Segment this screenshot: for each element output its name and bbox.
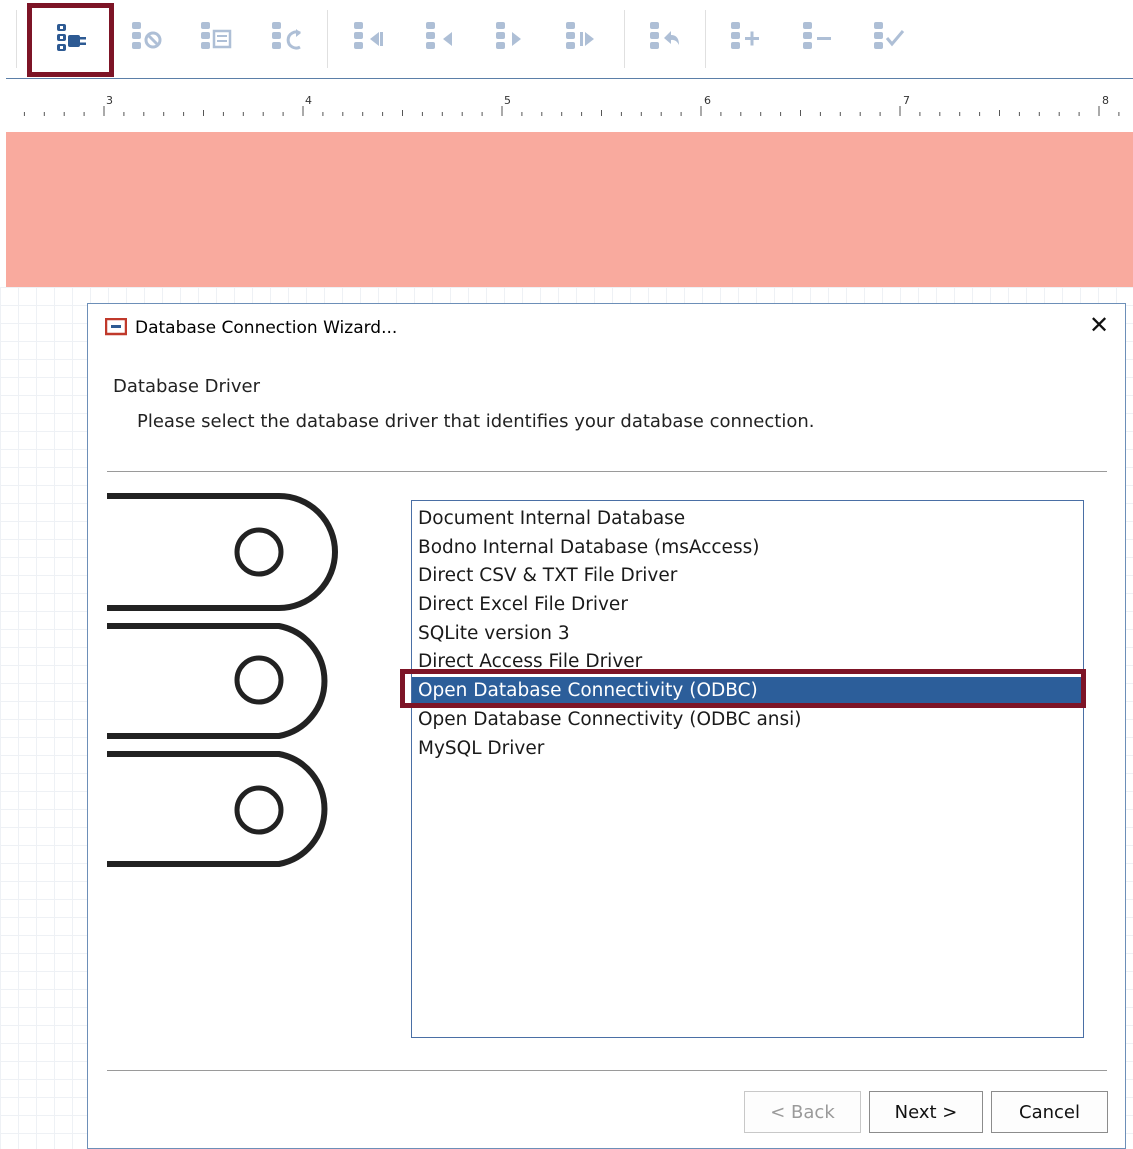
divider: [107, 1070, 1107, 1071]
divider: [107, 471, 1107, 472]
cancel-button[interactable]: Cancel: [991, 1091, 1108, 1133]
connect-database-button[interactable]: [27, 3, 114, 77]
next-record-button[interactable]: [482, 12, 538, 64]
refresh-database-icon: [272, 22, 301, 50]
disconnect-database-button[interactable]: [118, 12, 174, 64]
toolbar-separator: [705, 10, 706, 68]
dialog-title: Database Connection Wizard...: [135, 318, 398, 338]
previous-record-button[interactable]: [412, 12, 468, 64]
first-record-button[interactable]: [340, 12, 396, 64]
driver-list-item[interactable]: Direct CSV & TXT File Driver: [412, 562, 1083, 591]
ruler-ticks: 3 4 5 6 7 8: [23, 94, 1120, 116]
toolbar-separator: [327, 10, 328, 68]
driver-list-item[interactable]: MySQL Driver: [412, 735, 1083, 764]
undo-record-icon: [650, 22, 679, 49]
database-connection-wizard-dialog: Database Connection Wizard... ✕ Database…: [87, 303, 1126, 1149]
ruler-label: 5: [504, 94, 511, 107]
last-record-icon: [566, 22, 594, 49]
ruler-label: 7: [903, 94, 910, 107]
horizontal-ruler: 3 4 5 6 7 8: [0, 80, 1133, 126]
ruler-label: 6: [704, 94, 711, 107]
wizard-step-description: Please select the database driver that i…: [137, 411, 815, 432]
database-table-icon: [201, 22, 232, 49]
disconnect-database-icon: [132, 22, 162, 49]
driver-listbox[interactable]: Document Internal Database Bodno Internal…: [411, 500, 1084, 1038]
app-icon: [105, 318, 127, 336]
first-record-icon: [354, 22, 383, 49]
delete-record-button[interactable]: [789, 12, 845, 64]
refresh-database-button[interactable]: [258, 12, 314, 64]
database-illustration: [107, 493, 338, 867]
report-band[interactable]: [6, 132, 1133, 287]
dialog-titlebar[interactable]: Database Connection Wizard... ✕: [88, 304, 1125, 352]
add-record-icon: [731, 22, 759, 49]
toolbar-separator: [624, 10, 625, 68]
delete-record-icon: [803, 22, 831, 49]
confirm-record-button[interactable]: [860, 12, 916, 64]
driver-list-item[interactable]: Document Internal Database: [412, 505, 1083, 534]
wizard-step-heading: Database Driver: [113, 376, 260, 397]
toolbar-divider: [6, 78, 1133, 79]
confirm-record-icon: [874, 22, 905, 49]
driver-list-item[interactable]: Bodno Internal Database (msAccess): [412, 534, 1083, 563]
toolbar: [0, 0, 1133, 78]
next-button[interactable]: Next >: [869, 1091, 983, 1133]
driver-list-item[interactable]: Direct Access File Driver: [412, 648, 1083, 677]
database-table-button[interactable]: [187, 12, 243, 64]
ruler-label: 8: [1102, 94, 1109, 107]
ruler-label: 3: [106, 94, 113, 107]
undo-record-button[interactable]: [636, 12, 692, 64]
last-record-button[interactable]: [552, 12, 608, 64]
driver-list-item[interactable]: Open Database Connectivity (ODBC): [412, 677, 1083, 706]
add-record-button[interactable]: [717, 12, 773, 64]
connect-database-icon: [56, 24, 86, 51]
previous-record-icon: [426, 22, 452, 49]
driver-list-item[interactable]: Direct Excel File Driver: [412, 591, 1083, 620]
close-icon[interactable]: ✕: [1087, 314, 1111, 338]
ruler-label: 4: [305, 94, 312, 107]
driver-list-item[interactable]: Open Database Connectivity (ODBC ansi): [412, 706, 1083, 735]
driver-list-item[interactable]: SQLite version 3: [412, 620, 1083, 649]
toolbar-separator: [16, 10, 17, 68]
next-record-icon: [496, 22, 521, 49]
back-button[interactable]: < Back: [744, 1091, 861, 1133]
